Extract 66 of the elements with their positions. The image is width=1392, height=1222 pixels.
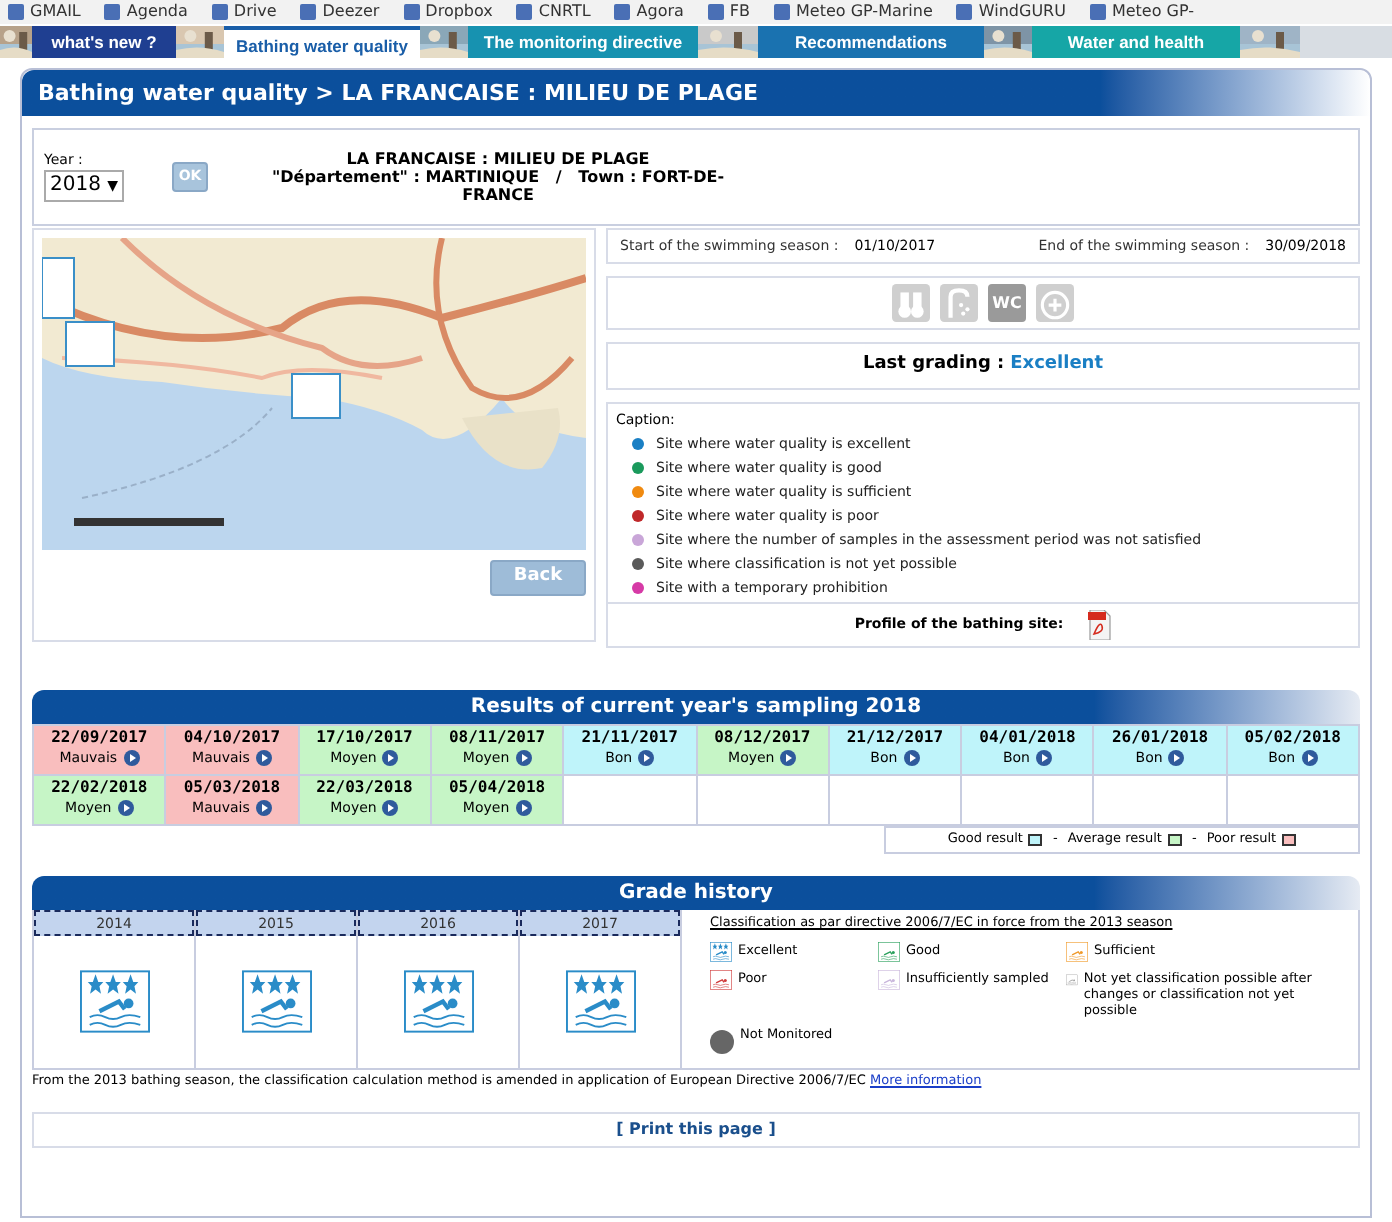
play-icon[interactable] (515, 800, 532, 816)
pdf-icon[interactable] (1087, 610, 1112, 640)
bookmark-icon[interactable] (104, 4, 121, 20)
bookmark-link[interactable]: Meteo GP-Marine (796, 2, 933, 22)
sample-date: 05/03/2018 (183, 776, 281, 798)
play-icon[interactable] (382, 800, 399, 816)
sample-date: 05/04/2018 (448, 776, 546, 798)
sample-date: 22/09/2017 (51, 726, 148, 748)
sample-date: 21/12/2017 (846, 726, 944, 748)
nav-tab[interactable]: what's new ? (32, 26, 176, 58)
site-name: LA FRANCAISE : MILIEU DE PLAGE (346, 150, 650, 168)
sample-date: 04/01/2018 (979, 726, 1076, 748)
play-icon[interactable] (255, 800, 272, 816)
page-title: Bathing water quality > LA FRANCAISE : MILIEU DE PLAGE (22, 70, 1370, 116)
shower-icon (940, 284, 978, 322)
first-aid-icon (1036, 284, 1074, 322)
bookmark-icon[interactable] (956, 4, 973, 20)
sample-date: 08/12/2017 (714, 726, 811, 748)
play-icon[interactable] (1168, 750, 1185, 766)
sample-date: 08/11/2017 (448, 726, 546, 748)
sample-date: 05/02/2018 (1244, 726, 1341, 748)
bookmark-link[interactable]: GMAIL (30, 2, 81, 22)
bookmark-link[interactable]: WindGURU (978, 2, 1066, 22)
sample-date: 22/03/2018 (316, 776, 413, 798)
bookmark-link[interactable]: Meteo GP- (1111, 2, 1195, 22)
wc-icon: WC (988, 284, 1026, 322)
play-icon[interactable] (638, 750, 655, 766)
bookmark-icon[interactable] (614, 4, 631, 20)
binoculars-icon (892, 284, 930, 322)
nav-tab[interactable]: Bathing water quality (224, 26, 420, 58)
bookmark-link[interactable]: Agora (636, 2, 684, 22)
last-grading-value: Excellent (1010, 352, 1104, 379)
play-icon[interactable] (117, 800, 134, 816)
play-icon[interactable] (1036, 750, 1052, 766)
bookmark-icon[interactable] (211, 4, 228, 20)
sample-date: 22/02/2018 (51, 776, 148, 798)
bookmark-icon[interactable] (774, 4, 791, 20)
bookmark-icon[interactable] (300, 4, 317, 20)
sample-date: 17/10/2017 (316, 726, 413, 748)
nav-tab[interactable]: Recommendations (758, 26, 984, 58)
bookmark-icon[interactable] (1089, 4, 1106, 20)
sample-date: 21/11/2017 (581, 726, 678, 748)
bookmark-icon[interactable] (707, 4, 724, 20)
play-icon[interactable] (1301, 750, 1318, 766)
section-title: Results of current year's sampling 2018 (32, 690, 1360, 724)
last-grading-label: Last grading : (862, 352, 1005, 379)
bookmark-link[interactable]: CNRTL (538, 2, 591, 22)
bookmark-link[interactable]: Drive (233, 2, 277, 22)
sample-date: 26/01/2018 (1111, 726, 1209, 748)
site-location: "Département" : MARTINIQUE / Town : FORT-DE-FRANCE (269, 168, 727, 204)
play-icon[interactable] (255, 750, 272, 766)
bookmark-link[interactable]: Dropbox (425, 2, 493, 22)
print-page-link[interactable]: [ Print this page ] (616, 1118, 776, 1142)
nav-tab[interactable]: The monitoring directive (468, 26, 698, 58)
play-icon[interactable] (780, 750, 797, 766)
bookmark-link[interactable]: FB (729, 2, 751, 22)
bookmark-link[interactable]: Deezer (322, 2, 380, 22)
bookmark-icon[interactable] (403, 4, 420, 20)
bookmark-link[interactable]: Agenda (126, 2, 188, 22)
bookmark-icon[interactable] (516, 4, 533, 20)
sample-date: 04/10/2017 (183, 726, 281, 748)
section-title: Grade history (32, 876, 1360, 910)
play-icon[interactable] (382, 750, 399, 766)
play-icon[interactable] (903, 750, 920, 766)
play-icon[interactable] (515, 750, 532, 766)
play-icon[interactable] (123, 750, 140, 766)
